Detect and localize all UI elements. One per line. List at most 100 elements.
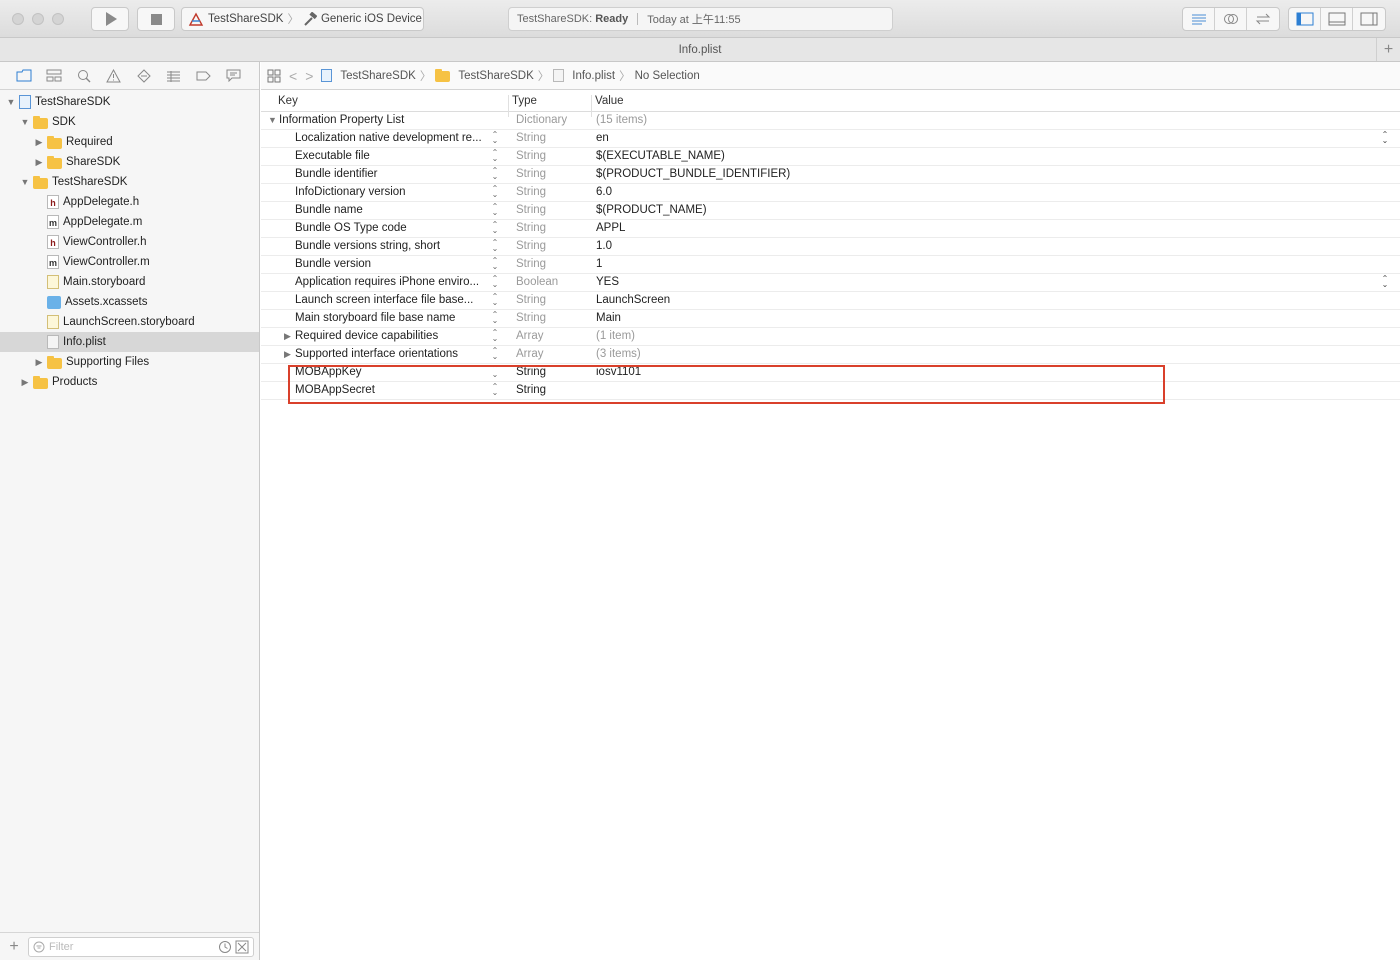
plist-type[interactable]: String [516, 294, 546, 306]
key-popup-stepper-icon[interactable]: ⌃ ⌄ [490, 311, 500, 325]
plist-value[interactable]: (1 item) [596, 330, 635, 342]
plist-row[interactable]: Bundle name ⌃ ⌄ String $(PRODUCT_NAME) [261, 202, 1400, 220]
assistant-editor-button[interactable] [1215, 8, 1247, 30]
plist-key[interactable]: MOBAppSecret [295, 384, 490, 396]
plist-key[interactable]: Bundle name [295, 204, 490, 216]
test-diamond-icon[interactable] [134, 68, 153, 84]
plist-row[interactable]: Application requires iPhone enviro... ⌃ ⌄ B… [261, 274, 1400, 292]
plist-value[interactable]: en [596, 132, 609, 144]
plist-value[interactable]: (3 items) [596, 348, 641, 360]
scm-filter-icon[interactable] [235, 940, 249, 954]
breadcrumb-file[interactable]: Info.plist [553, 69, 615, 82]
navigator-item[interactable]: m ViewController.m [0, 252, 259, 272]
plist-type[interactable]: String [516, 168, 546, 180]
key-popup-stepper-icon[interactable]: ⌃ ⌄ [490, 257, 500, 271]
disclosure-closed-icon[interactable]: ▶ [284, 331, 291, 342]
disclosure-open-icon[interactable]: ▼ [20, 177, 30, 187]
navigator-item[interactable]: h AppDelegate.h [0, 192, 259, 212]
disclosure-open-icon[interactable]: ▼ [6, 97, 16, 107]
plist-row[interactable]: Localization native development re... ⌃ ⌄ S… [261, 130, 1400, 148]
key-popup-stepper-icon[interactable]: ⌃ ⌄ [490, 149, 500, 163]
recent-clock-icon[interactable] [218, 940, 232, 954]
plist-row[interactable]: Bundle version ⌃ ⌄ String 1 [261, 256, 1400, 274]
forward-arrow-icon[interactable]: > [305, 68, 313, 84]
toggle-debug-area-button[interactable] [1321, 8, 1353, 30]
warning-icon[interactable] [104, 68, 123, 84]
standard-editor-button[interactable] [1183, 8, 1215, 30]
navigator-item[interactable]: m AppDelegate.m [0, 212, 259, 232]
navigator-item[interactable]: ▶ Products [0, 372, 259, 392]
breadcrumb-project[interactable]: TestShareSDK [321, 69, 416, 82]
disclosure-closed-icon[interactable]: ▶ [284, 349, 291, 360]
plist-value[interactable]: $(PRODUCT_BUNDLE_IDENTIFIER) [596, 168, 790, 180]
disclosure-open-icon[interactable]: ▼ [20, 117, 30, 127]
plist-value[interactable]: iosv1101 [596, 366, 641, 378]
navigator-item[interactable]: Main.storyboard [0, 272, 259, 292]
breakpoint-icon[interactable] [194, 68, 213, 84]
plist-value[interactable]: 1 [596, 258, 602, 270]
navigator-item[interactable]: LaunchScreen.storyboard [0, 312, 259, 332]
plist-type[interactable]: Boolean [516, 276, 558, 288]
key-popup-stepper-icon[interactable]: ⌃ ⌄ [490, 221, 500, 235]
navigator-item[interactable]: h ViewController.h [0, 232, 259, 252]
plist-row[interactable]: Launch screen interface file base... ⌃ ⌄ St… [261, 292, 1400, 310]
scheme-selector[interactable]: TestShareSDK 〉 Generic iOS Device [181, 7, 424, 31]
key-popup-stepper-icon[interactable]: ⌃ ⌄ [490, 203, 500, 217]
plist-type[interactable]: String [516, 384, 546, 396]
plist-value[interactable]: APPL [596, 222, 625, 234]
filter-input[interactable]: Filter [28, 937, 254, 957]
search-icon[interactable] [74, 68, 93, 84]
key-popup-stepper-icon[interactable]: ⌃ ⌄ [490, 293, 500, 307]
plist-row[interactable]: InfoDictionary version ⌃ ⌄ String 6.0 [261, 184, 1400, 202]
breadcrumb-selection[interactable]: No Selection [635, 70, 700, 82]
plist-row[interactable]: MOBAppKey ⌃ ⌄ String iosv1101 [261, 364, 1400, 382]
plist-value[interactable]: 1.0 [596, 240, 612, 252]
plist-type[interactable]: String [516, 240, 546, 252]
key-popup-stepper-icon[interactable]: ⌃ ⌄ [490, 185, 500, 199]
plist-row[interactable]: Bundle OS Type code ⌃ ⌄ String APPL [261, 220, 1400, 238]
value-popup-stepper-icon[interactable]: ⌃ ⌄ [1380, 275, 1390, 289]
plist-key[interactable]: Bundle version [295, 258, 490, 270]
plist-type[interactable]: Array [516, 348, 543, 360]
report-bubble-icon[interactable] [224, 68, 243, 84]
key-popup-stepper-icon[interactable]: ⌃ ⌄ [490, 275, 500, 289]
disclosure-closed-icon[interactable]: ▶ [34, 137, 44, 147]
run-button[interactable] [91, 7, 129, 31]
toggle-utilities-button[interactable] [1353, 8, 1385, 30]
version-editor-button[interactable] [1247, 8, 1279, 30]
plist-value[interactable]: LaunchScreen [596, 294, 670, 306]
navigator-item[interactable]: ▼ TestShareSDK [0, 92, 259, 112]
key-popup-stepper-icon[interactable]: ⌃ ⌄ [490, 167, 500, 181]
key-popup-stepper-icon[interactable]: ⌃ ⌄ [490, 365, 500, 379]
plist-type[interactable]: String [516, 132, 546, 144]
plist-value[interactable]: $(PRODUCT_NAME) [596, 204, 707, 216]
navigator-item[interactable]: ▼ TestShareSDK [0, 172, 259, 192]
plist-key[interactable]: Main storyboard file base name [295, 312, 490, 324]
plist-type[interactable]: String [516, 150, 546, 162]
key-popup-stepper-icon[interactable]: ⌃ ⌄ [490, 347, 500, 361]
plist-row[interactable]: Bundle versions string, short ⌃ ⌄ String 1.0 [261, 238, 1400, 256]
plist-key[interactable]: Launch screen interface file base... [295, 294, 490, 306]
plist-row[interactable]: Executable file ⌃ ⌄ String $(EXECUTABLE_NAME… [261, 148, 1400, 166]
toggle-navigator-button[interactable] [1289, 8, 1321, 30]
key-popup-stepper-icon[interactable]: ⌃ ⌄ [490, 131, 500, 145]
navigator-item[interactable]: ▼ SDK [0, 112, 259, 132]
related-items-grid-icon[interactable] [267, 69, 281, 83]
plist-key[interactable]: Bundle identifier [295, 168, 490, 180]
plist-key[interactable]: InfoDictionary version [295, 186, 490, 198]
plist-row[interactable]: Bundle identifier ⌃ ⌄ String $(PRODUCT_BUNDL… [261, 166, 1400, 184]
navigator-item[interactable]: Info.plist [0, 332, 259, 352]
column-value-header[interactable]: Value [595, 95, 624, 107]
key-popup-stepper-icon[interactable]: ⌃ ⌄ [490, 239, 500, 253]
stop-button[interactable] [137, 7, 175, 31]
plist-row[interactable]: ▶ Supported interface orientations ⌃ ⌄ Array… [261, 346, 1400, 364]
back-arrow-icon[interactable]: < [289, 68, 297, 84]
value-popup-stepper-icon[interactable]: ⌃ ⌄ [1380, 131, 1390, 145]
navigator-item[interactable]: ▶ Supporting Files [0, 352, 259, 372]
plist-type[interactable]: String [516, 222, 546, 234]
add-file-button[interactable]: + [0, 938, 28, 956]
folder-navigator-icon[interactable] [14, 68, 33, 84]
disclosure-closed-icon[interactable]: ▶ [34, 157, 44, 167]
plist-value[interactable]: Main [596, 312, 621, 324]
plist-key[interactable]: Executable file [295, 150, 490, 162]
